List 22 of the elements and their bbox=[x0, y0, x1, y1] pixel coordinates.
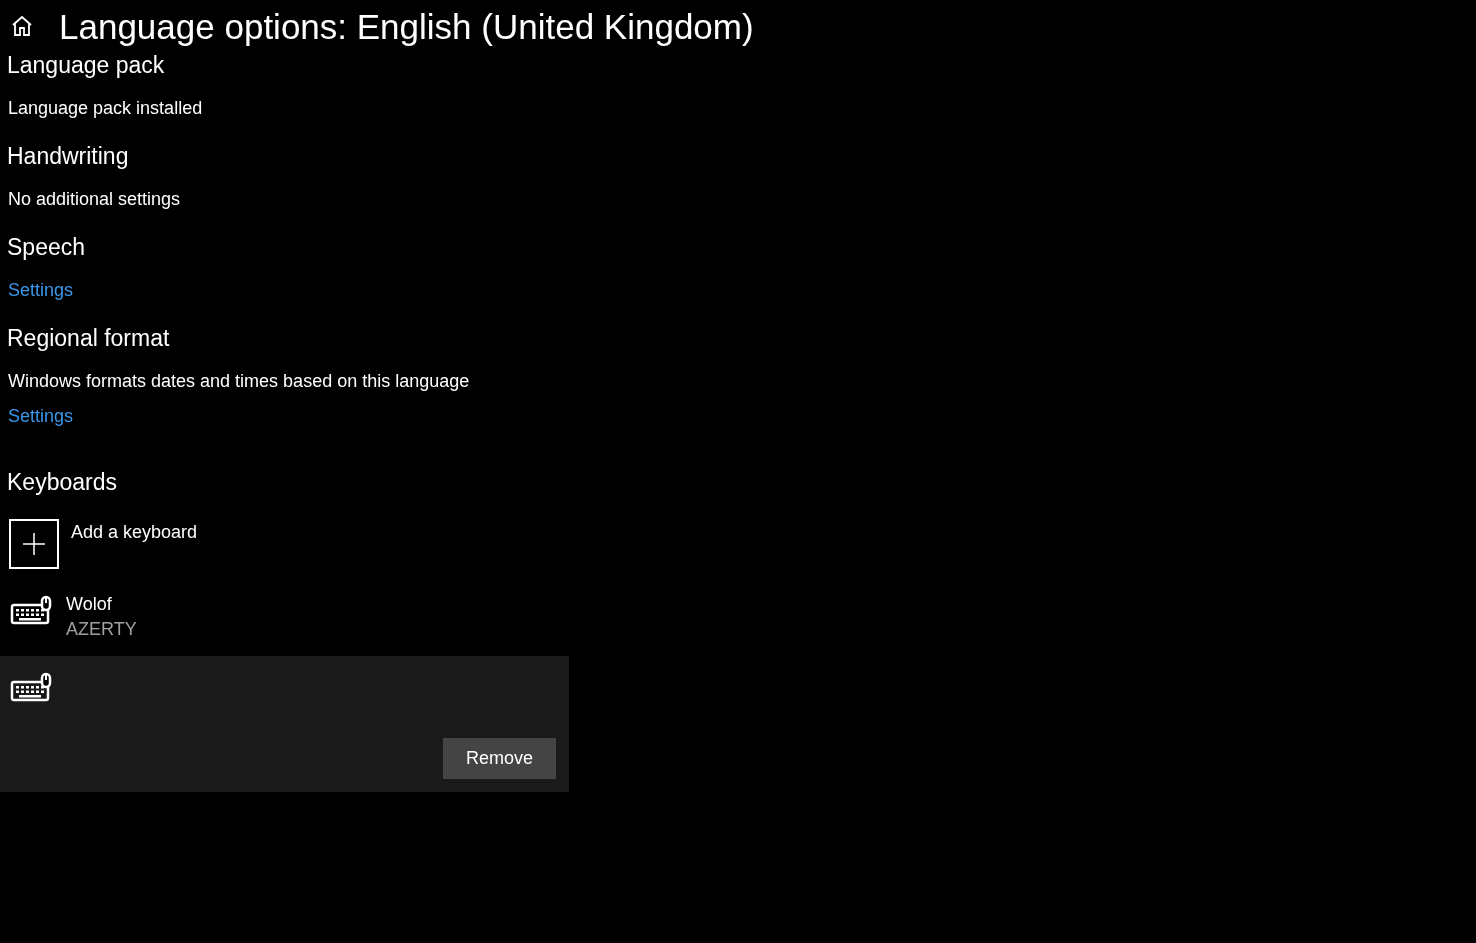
add-keyboard-button[interactable] bbox=[9, 519, 59, 569]
keyboard-layout: AZERTY bbox=[66, 618, 137, 641]
keyboard-item[interactable]: Wolof AZERTY bbox=[0, 583, 569, 656]
section-heading: Regional format bbox=[7, 324, 171, 353]
description-text: No additional settings bbox=[8, 188, 182, 211]
section-heading: Language pack bbox=[7, 51, 166, 80]
remove-button[interactable]: Remove bbox=[443, 738, 556, 779]
section-heading: Handwriting bbox=[7, 142, 130, 171]
section-heading: Keyboards bbox=[7, 468, 118, 497]
settings-link[interactable]: Settings bbox=[8, 278, 74, 303]
description-text: Windows formats dates and times based on this language bbox=[8, 370, 471, 393]
section-heading: Speech bbox=[7, 233, 86, 262]
keyboard-icon bbox=[10, 595, 52, 627]
add-keyboard-label: Add a keyboard bbox=[71, 521, 198, 544]
keyboard-item[interactable]: Remove bbox=[0, 656, 569, 792]
keyboard-name: Wolof bbox=[66, 593, 113, 616]
keyboard-icon bbox=[10, 672, 52, 704]
plus-icon bbox=[23, 533, 45, 555]
settings-link[interactable]: Settings bbox=[8, 404, 74, 429]
home-icon[interactable] bbox=[10, 14, 34, 38]
page-title: Language options: English (United Kingdom) bbox=[59, 8, 754, 44]
description-text: Language pack installed bbox=[8, 97, 204, 120]
